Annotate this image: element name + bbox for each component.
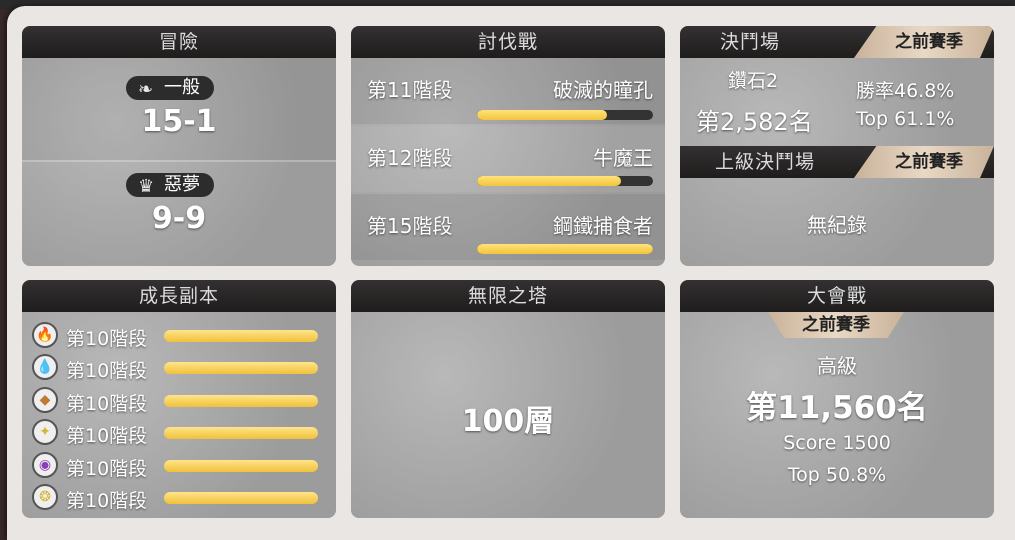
raid-row-3-progress — [477, 244, 653, 254]
nightmare-mode-pill: ♛ 惡夢 — [126, 173, 214, 197]
infinite-tower-floor: 100層 — [461, 404, 555, 439]
raid-row-2[interactable]: 第12階段 牛魔王 — [351, 126, 665, 192]
grand-arena-season-tag: 之前賽季 — [854, 146, 994, 178]
tournament-season-tag-label: 之前賽季 — [802, 315, 870, 335]
grand-arena-record: 無紀錄 — [807, 213, 867, 237]
arena-top: Top 61.1% — [856, 108, 955, 130]
raid-row-3[interactable]: 第15階段 鋼鐵捕食者 — [351, 194, 665, 260]
raid-panel[interactable]: 討伐戰 第11階段 破滅的瞳孔 第12階段 牛魔王 第15階段 鋼鐵捕食者 — [351, 26, 665, 266]
raid-row-1[interactable]: 第11階段 破滅的瞳孔 — [351, 58, 665, 124]
raid-row-3-stage: 第15階段 — [367, 214, 453, 238]
normal-mode-score: 15-1 — [141, 104, 217, 139]
growth-dungeon-row[interactable]: ◉ 第10階段 — [22, 451, 336, 480]
growth-dungeon-row[interactable]: 🔥 第10階段 — [22, 322, 336, 350]
growth-dungeon-row-label: 第10階段 — [66, 457, 148, 480]
raid-title: 討伐戰 — [351, 26, 665, 58]
arena-season-tag: 之前賽季 — [854, 26, 994, 58]
dark-element-icon: ◉ — [32, 451, 58, 478]
grand-arena-title: 上級決鬥場 — [714, 151, 815, 173]
light-element-icon: ✦ — [32, 419, 58, 446]
growth-dungeon-row-progress — [164, 394, 318, 407]
normal-mode-pill: ❧ 一般 — [126, 76, 214, 100]
tournament-top: Top 50.8% — [787, 464, 887, 486]
growth-dungeon-row[interactable]: ✦ 第10階段 — [22, 419, 336, 447]
growth-dungeon-title: 成長副本 — [22, 280, 336, 312]
nightmare-mode-score: 9-9 — [151, 201, 207, 236]
infinite-tower-panel[interactable]: 無限之塔 100層 — [351, 280, 665, 518]
growth-dungeon-row-label: 第10階段 — [66, 328, 148, 350]
tournament-score: Score 1500 — [783, 432, 891, 454]
raid-row-2-progress-fill — [477, 176, 622, 186]
tournament-panel[interactable]: 大會戰 之前賽季 高級 第11,560名 Score 1500 Top 50.8… — [680, 280, 994, 518]
growth-dungeon-row-progress — [164, 362, 318, 375]
infinite-tower-title: 無限之塔 — [351, 280, 665, 312]
growth-dungeon-row-label: 第10階段 — [66, 392, 148, 415]
raid-row-3-progress-fill — [477, 244, 653, 254]
adventure-divider — [22, 160, 336, 162]
nightmare-mode-label: 惡夢 — [164, 174, 200, 195]
growth-dungeon-row[interactable]: 💧 第10階段 — [22, 354, 336, 382]
growth-dungeon-row-progress — [164, 459, 318, 472]
tournament-rank: 第11,560名 — [746, 390, 928, 426]
tournament-season-tag: 之前賽季 — [768, 312, 904, 338]
raid-row-3-boss: 鋼鐵捕食者 — [553, 214, 653, 238]
raid-row-1-boss: 破滅的瞳孔 — [553, 78, 653, 102]
tournament-tier: 高級 — [817, 354, 857, 378]
growth-dungeon-row[interactable]: ❂ 第10階段 — [22, 484, 336, 512]
adventure-panel[interactable]: 冒險 ❧ 一般 15-1 ♛ 惡夢 9-9 — [22, 26, 336, 266]
wind-element-icon: ❂ — [32, 484, 58, 510]
arena-rank: 第2,582名 — [696, 108, 813, 136]
arena-tier: 鑽石2 — [728, 70, 779, 92]
growth-dungeon-row-progress — [164, 330, 318, 342]
raid-row-2-stage: 第12階段 — [367, 146, 453, 170]
growth-dungeon-row-label: 第10階段 — [66, 425, 148, 448]
growth-dungeon-row-progress — [164, 492, 318, 504]
raid-row-1-progress — [477, 110, 653, 120]
tournament-title: 大會戰 — [680, 280, 994, 312]
earth-element-icon: ◆ — [32, 386, 58, 413]
arena-panel[interactable]: 決鬥場 之前賽季 鑽石2 第2,582名 勝率46.8% Top 61.1% 上… — [680, 26, 994, 266]
water-element-icon: 💧 — [32, 354, 58, 381]
adventure-title: 冒險 — [22, 26, 336, 58]
growth-dungeon-panel[interactable]: 成長副本 🔥 第10階段 💧 第10階段 ◆ 第10階段 ✦ 第10階段 ◉ 第10階段 ❂ 第10階… — [22, 280, 336, 518]
grand-arena-header: 上級決鬥場 之前賽季 — [680, 146, 994, 178]
raid-row-1-stage: 第11階段 — [367, 78, 453, 102]
growth-dungeon-row-progress — [164, 427, 318, 440]
normal-mode-label: 一般 — [164, 77, 200, 98]
growth-dungeon-row-label: 第10階段 — [66, 490, 148, 512]
growth-dungeon-row-label: 第10階段 — [66, 360, 148, 383]
raid-row-1-progress-fill — [477, 110, 608, 120]
leaf-icon: ❧ — [138, 79, 154, 100]
fire-element-icon: 🔥 — [32, 322, 58, 348]
arena-title: 決鬥場 — [719, 31, 780, 53]
arena-header: 決鬥場 之前賽季 — [680, 26, 994, 58]
raid-row-2-boss: 牛魔王 — [593, 146, 653, 170]
growth-dungeon-row[interactable]: ◆ 第10階段 — [22, 386, 336, 415]
nightmare-crown-icon: ♛ — [138, 176, 155, 197]
raid-row-2-progress — [477, 176, 653, 186]
arena-winrate: 勝率46.8% — [856, 80, 955, 102]
